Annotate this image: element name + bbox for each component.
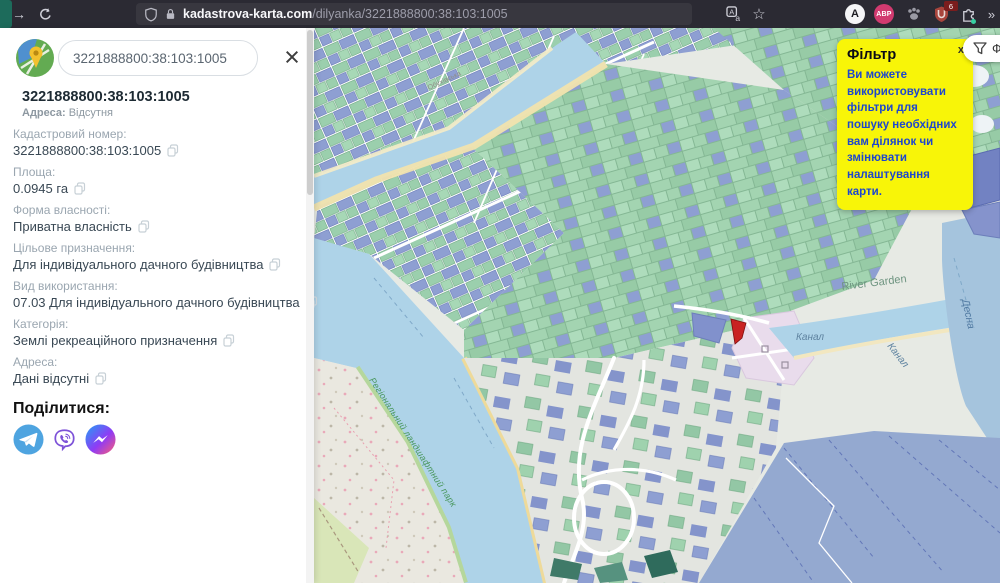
ublock-badge: 6: [944, 1, 958, 11]
cadastral-map[interactable]: Обухівська River Garden Канал Канал Десн…: [314, 28, 1000, 583]
share-heading: Поділитися:: [13, 400, 110, 418]
sidebar-scrollbar-thumb[interactable]: [307, 30, 313, 195]
field-value: Дані відсутні: [13, 371, 89, 386]
viber-share-button[interactable]: [49, 424, 80, 455]
share-buttons: [13, 424, 116, 455]
site-logo[interactable]: [15, 38, 55, 78]
field-label: Вид використання:: [13, 279, 309, 293]
parcel-info-panel: × 3221888800:38:103:1005 Адреса: Відсутн…: [0, 28, 314, 583]
field-category: Категорія: Землі рекреаційного призначен…: [13, 317, 309, 348]
url-path: /dilyanka/3221888800:38:103:1005: [312, 7, 507, 21]
field-area: Площа: 0.0945 га: [13, 165, 309, 196]
parcel-fields: Кадастровий номер: 3221888800:38:103:100…: [13, 127, 309, 393]
svg-text:A: A: [729, 7, 734, 16]
field-value: 3221888800:38:103:1005: [13, 143, 161, 158]
cadastral-search-input[interactable]: [58, 40, 258, 76]
tooltip-title: Фільтр: [847, 47, 963, 63]
url-domain: kadastrova-karta.com: [183, 7, 312, 21]
field-value: Для індивідуального дачного будівництва: [13, 257, 263, 272]
tooltip-body: Ви можете використовувати фільтри для по…: [847, 67, 963, 200]
copy-icon[interactable]: [95, 372, 107, 385]
browser-toolbar: → kadastrova-karta.com/dilyanka/32218888…: [0, 0, 1000, 28]
reload-icon: [38, 7, 53, 22]
field-value: 07.03 Для індивідуального дачного будівн…: [13, 295, 300, 310]
copy-icon[interactable]: [138, 220, 150, 233]
field-address: Адреса: Дані відсутні: [13, 355, 309, 386]
field-value: 0.0945 га: [13, 181, 68, 196]
field-label: Кадастровий номер:: [13, 127, 309, 141]
filter-button-label: Ф: [992, 42, 1000, 56]
filter-button[interactable]: Ф: [963, 35, 1000, 62]
page: { "browser": { "url": { "domain": "kadas…: [0, 0, 1000, 583]
url-bar[interactable]: kadastrova-karta.com/dilyanka/3221888800…: [136, 3, 692, 25]
field-label: Форма власності:: [13, 203, 309, 217]
reload-button[interactable]: [34, 0, 56, 28]
field-use-type: Вид використання: 07.03 Для індивідуальн…: [13, 279, 309, 310]
field-label: Цільове призначення:: [13, 241, 309, 255]
bookmark-star-button[interactable]: ☆: [748, 0, 770, 28]
adblock-plus-button[interactable]: ABP: [874, 4, 894, 24]
field-value: Землі рекреаційного призначення: [13, 333, 217, 348]
field-label: Категорія:: [13, 317, 309, 331]
copy-icon[interactable]: [269, 258, 281, 271]
filter-tooltip: x Фільтр Ви можете використовувати фільт…: [837, 39, 973, 210]
url-text: kadastrova-karta.com/dilyanka/3221888800…: [183, 7, 508, 21]
lock-icon: [164, 7, 177, 21]
overflow-menu-button[interactable]: »: [983, 0, 999, 28]
parcel-subtitle: Адреса: Відсутня: [22, 107, 113, 119]
translate-button[interactable]: A a: [722, 0, 746, 28]
field-label: Адреса:: [13, 355, 309, 369]
paw-extension-button[interactable]: [904, 4, 924, 24]
copy-icon[interactable]: [74, 182, 86, 195]
copy-icon[interactable]: [167, 144, 179, 157]
sidebar-scrollbar[interactable]: [306, 28, 314, 583]
parcel-title: 3221888800:38:103:1005: [22, 89, 190, 105]
parcel-subtitle-value: Відсутня: [69, 107, 113, 119]
forward-button[interactable]: →: [8, 0, 30, 28]
field-purpose: Цільове призначення: Для індивідуального…: [13, 241, 309, 272]
tracking-shield-icon[interactable]: [144, 7, 158, 22]
field-value: Приватна власність: [13, 219, 132, 234]
messenger-share-button[interactable]: [85, 424, 116, 455]
field-cadastral-number: Кадастровий номер: 3221888800:38:103:100…: [13, 127, 309, 158]
funnel-icon: [973, 42, 987, 55]
field-ownership: Форма власності: Приватна власність: [13, 203, 309, 234]
svg-text:a: a: [735, 13, 740, 22]
field-label: Площа:: [13, 165, 309, 179]
canal-label-1: Канал: [796, 332, 824, 343]
extension-a-button[interactable]: A: [845, 4, 865, 24]
translate-icon: A a: [726, 6, 743, 22]
parcel-subtitle-label: Адреса:: [22, 107, 66, 119]
telegram-share-button[interactable]: [13, 424, 44, 455]
copy-icon[interactable]: [223, 334, 235, 347]
extension-notification-dot: [971, 19, 976, 24]
paw-icon: [905, 5, 923, 23]
panel-close-button[interactable]: ×: [279, 42, 305, 72]
